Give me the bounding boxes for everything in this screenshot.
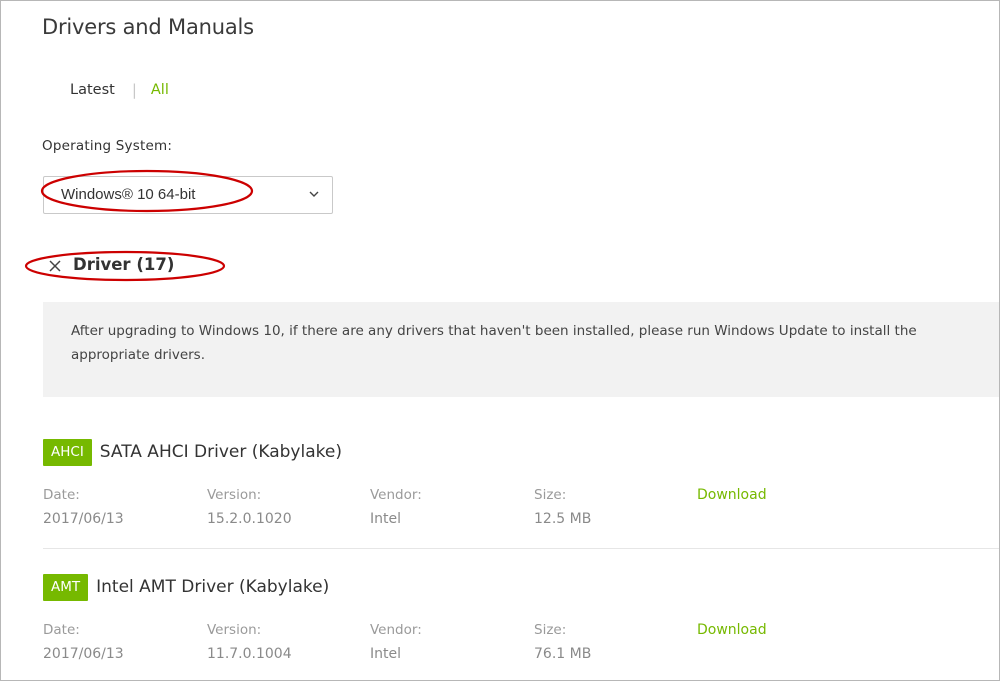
tab-separator: | [131, 81, 137, 99]
tab-latest[interactable]: Latest [70, 82, 115, 98]
windows-update-notice: After upgrading to Windows 10, if there … [43, 302, 999, 397]
download-link[interactable]: Download [697, 487, 767, 503]
version-label: Version: [207, 487, 262, 503]
driver-badge: AHCI [43, 438, 92, 466]
version-value: 11.7.0.1004 [207, 646, 292, 662]
vendor-label: Vendor: [370, 487, 422, 503]
vendor-label: Vendor: [370, 622, 422, 638]
divider [43, 548, 999, 549]
close-icon [49, 260, 61, 272]
driver-section-toggle[interactable]: Driver (17) [48, 255, 174, 274]
date-value: 2017/06/13 [43, 646, 124, 662]
driver-name: SATA AHCI Driver (Kabylake) [99, 442, 342, 462]
vendor-value: Intel [370, 646, 401, 662]
os-select-value: Windows® 10 64-bit [61, 186, 196, 203]
size-label: Size: [534, 622, 567, 638]
version-value: 15.2.0.1020 [207, 511, 292, 527]
page-frame: Drivers and Manuals Latest | All Operati… [0, 0, 1000, 681]
driver-section-title: Driver (17) [73, 255, 175, 274]
date-value: 2017/06/13 [43, 511, 124, 527]
driver-item: AHCI SATA AHCI Driver (Kabylake) Date: V… [43, 438, 999, 538]
size-label: Size: [534, 487, 567, 503]
vendor-value: Intel [370, 511, 401, 527]
notice-text: After upgrading to Windows 10, if there … [71, 323, 917, 363]
size-value: 76.1 MB [534, 646, 592, 662]
os-select[interactable]: Windows® 10 64-bit [43, 176, 333, 214]
os-label: Operating System: [42, 138, 173, 154]
download-link[interactable]: Download [697, 622, 767, 638]
chevron-down-icon [309, 191, 319, 197]
tab-all[interactable]: All [151, 82, 169, 98]
page-title: Drivers and Manuals [42, 15, 254, 39]
size-value: 12.5 MB [534, 511, 592, 527]
date-label: Date: [43, 487, 80, 503]
driver-item: AMT Intel AMT Driver (Kabylake) Date: Ve… [43, 573, 999, 673]
version-label: Version: [207, 622, 262, 638]
driver-badge: AMT [43, 573, 89, 601]
filter-tabs: Latest | All [70, 81, 169, 99]
driver-name: Intel AMT Driver (Kabylake) [96, 577, 330, 597]
date-label: Date: [43, 622, 80, 638]
